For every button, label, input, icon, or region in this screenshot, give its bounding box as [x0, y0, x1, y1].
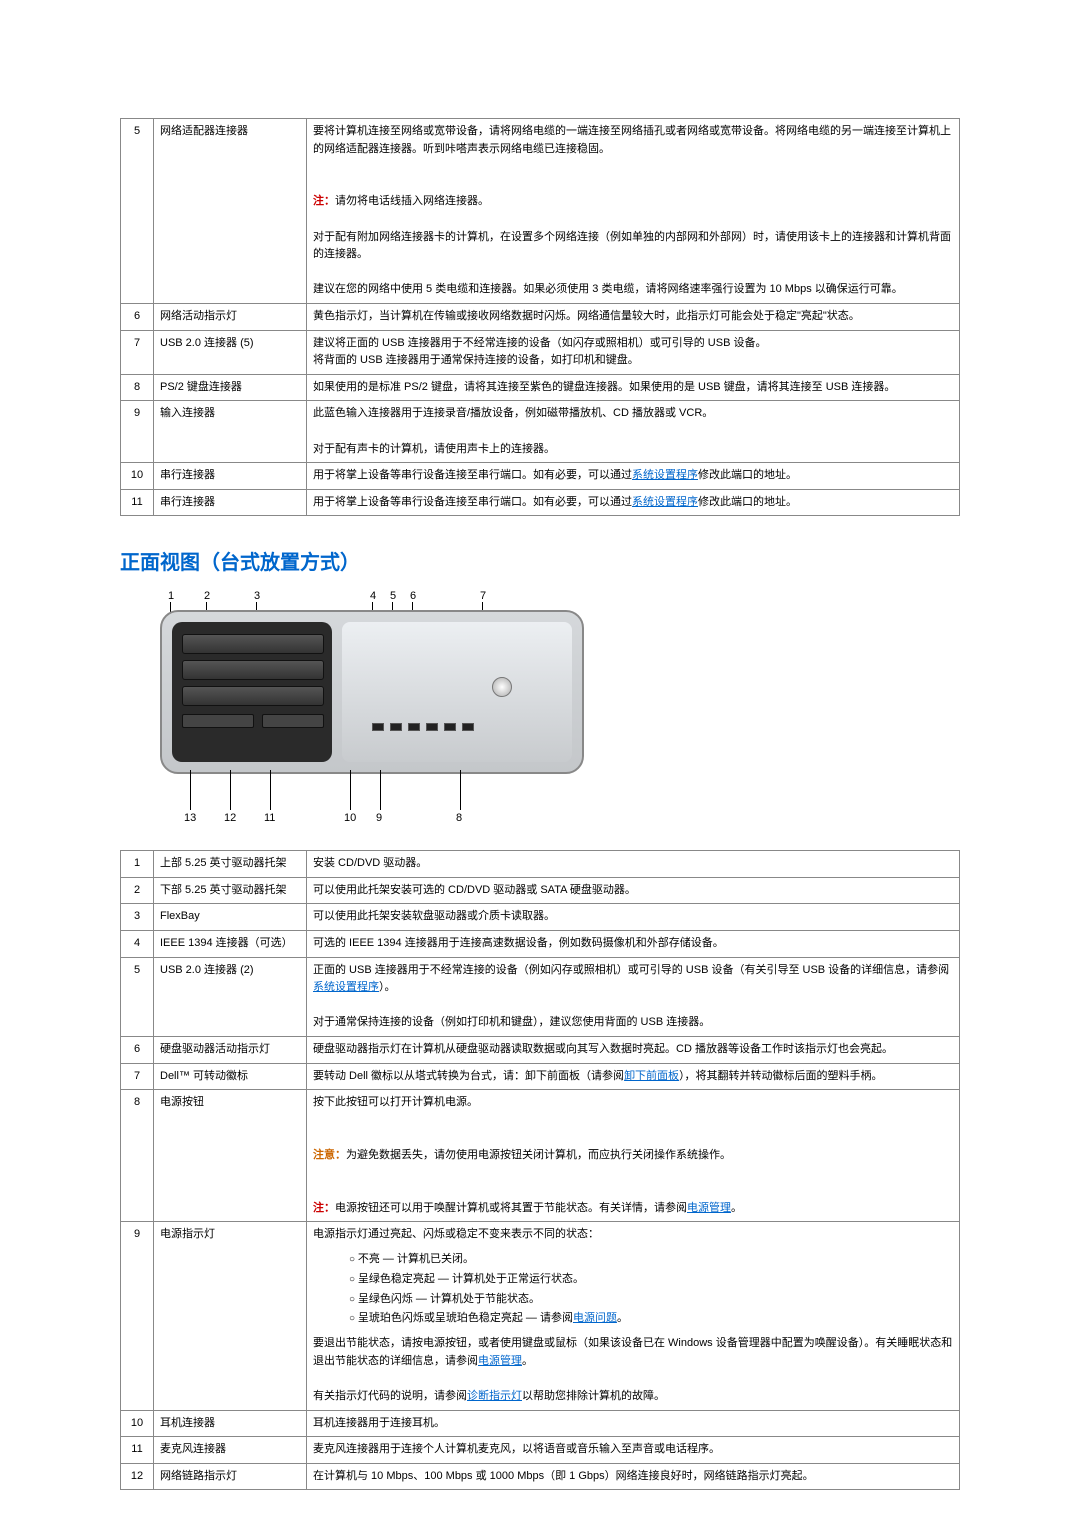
system-setup-link[interactable]: 系统设置程序: [313, 981, 379, 993]
note-label: 注：: [313, 1202, 335, 1214]
row-num: 5: [121, 119, 154, 304]
front-panel-table: 1上部 5.25 英寸驱动器托架安装 CD/DVD 驱动器。 2下部 5.25 …: [120, 850, 960, 1490]
front-view-figure: 1 2 3 4 5 6 7 13 12 11 10 9 8: [120, 590, 960, 830]
power-management-link[interactable]: 电源管理: [478, 1355, 522, 1367]
back-panel-table: 5 网络适配器连接器 要将计算机连接至网络或宽带设备，请将网络电缆的一端连接至网…: [120, 118, 960, 516]
power-led-states-list: 不亮 — 计算机已关闭。 呈绿色稳定亮起 — 计算机处于正常运行状态。 呈绿色闪…: [349, 1250, 953, 1329]
system-setup-link[interactable]: 系统设置程序: [632, 469, 698, 481]
note-label: 注：: [313, 195, 335, 207]
front-view-heading: 正面视图（台式放置方式）: [120, 546, 960, 575]
remove-front-panel-link[interactable]: 卸下前面板: [624, 1070, 679, 1082]
computer-device-illustration: [160, 610, 584, 774]
diagnostic-lights-link[interactable]: 诊断指示灯: [467, 1390, 522, 1402]
row-body: 要将计算机连接至网络或宽带设备，请将网络电缆的一端连接至网络插孔或者网络或宽带设…: [307, 119, 960, 304]
caution-label: 注意：: [313, 1149, 346, 1161]
power-problems-link[interactable]: 电源问题: [573, 1312, 617, 1324]
row-label: 网络适配器连接器: [154, 119, 307, 304]
power-management-link[interactable]: 电源管理: [687, 1202, 731, 1214]
system-setup-link[interactable]: 系统设置程序: [632, 496, 698, 508]
